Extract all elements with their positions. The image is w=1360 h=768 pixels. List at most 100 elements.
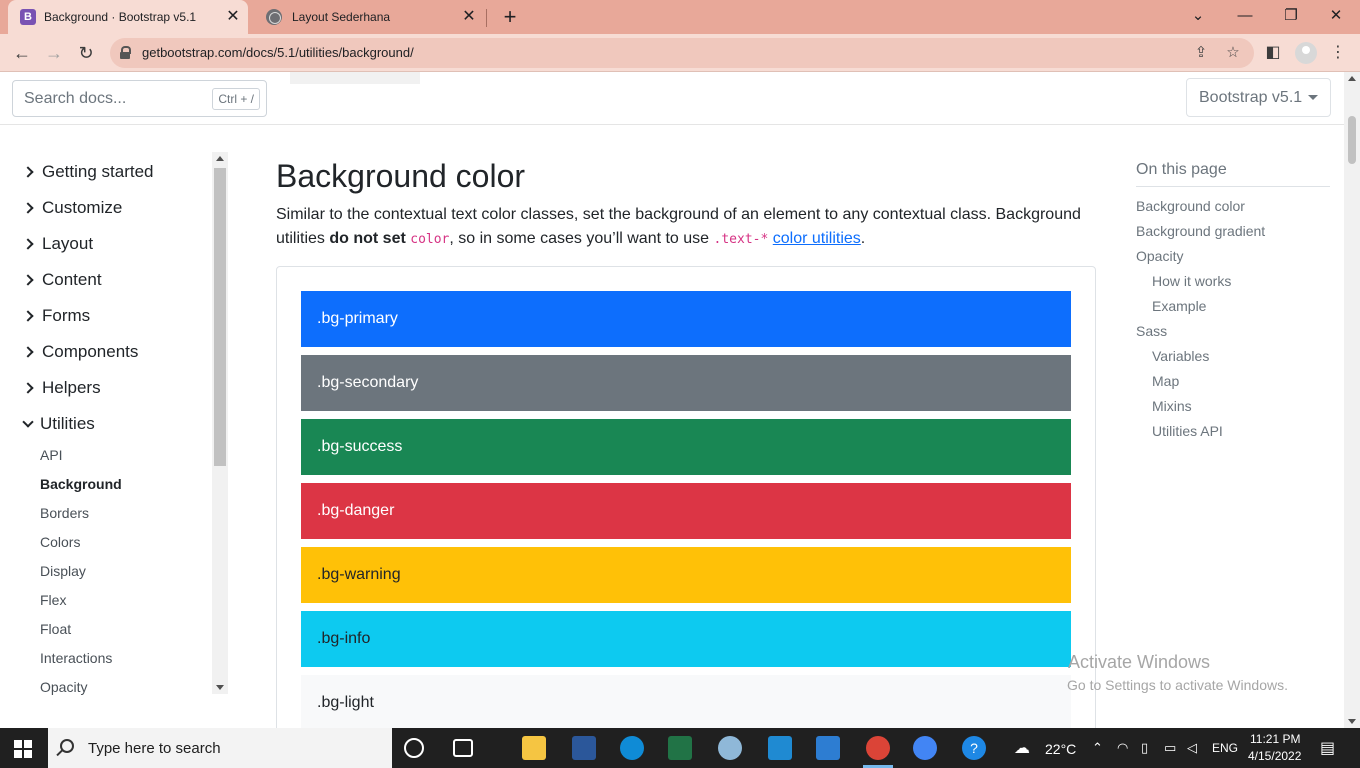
toc-divider	[1136, 186, 1330, 187]
url-text[interactable]: getbootstrap.com/docs/5.1/utilities/back…	[142, 45, 414, 60]
weather-cloud-icon[interactable]: ☁	[1014, 738, 1030, 758]
sidebar-item-background[interactable]: Background	[40, 476, 122, 492]
battery-icon[interactable]: ▭	[1164, 740, 1176, 756]
chrome-icon[interactable]	[866, 736, 890, 760]
toc-item-mixins[interactable]: Mixins	[1152, 398, 1192, 414]
address-bar[interactable]: getbootstrap.com/docs/5.1/utilities/back…	[110, 38, 1254, 68]
search-icon	[60, 739, 74, 753]
browser-toolbar: ← → ↻ getbootstrap.com/docs/5.1/utilitie…	[0, 34, 1360, 72]
toc-item-background-color[interactable]: Background color	[1136, 198, 1245, 214]
toc-item-example[interactable]: Example	[1152, 298, 1206, 314]
clock-date[interactable]: 4/15/2022	[1248, 749, 1301, 763]
sidebar-group-helpers[interactable]: Helpers	[22, 378, 101, 398]
volume-icon[interactable]: ◁	[1187, 740, 1197, 756]
share-icon[interactable]: ⇪	[1192, 44, 1210, 62]
taskbar-search-placeholder: Type here to search	[88, 740, 221, 757]
wifi-icon[interactable]: ◠	[1117, 740, 1128, 756]
tab-layout-sederhana[interactable]: Layout Sederhana ✕	[252, 0, 484, 34]
toc-item-map[interactable]: Map	[1152, 373, 1179, 389]
new-tab-button[interactable]: +	[498, 5, 522, 29]
notifications-icon[interactable]: ▤	[1320, 738, 1335, 758]
toc-item-how-it-works[interactable]: How it works	[1152, 273, 1231, 289]
sidebar-item-api[interactable]: API	[40, 447, 63, 463]
minimize-button[interactable]: —	[1227, 4, 1263, 28]
windows-taskbar: Type here to search ? ☁ 22°C ⌃ ◠ ▯ ▭ ◁ E…	[0, 728, 1360, 768]
taskbar-search-box[interactable]: Type here to search	[48, 728, 392, 768]
sidebar-item-colors[interactable]: Colors	[40, 534, 80, 550]
lock-icon[interactable]	[120, 46, 131, 59]
menu-kebab-icon[interactable]: ⋮	[1327, 42, 1349, 64]
search-shortcut-hint: Ctrl + /	[212, 88, 260, 110]
sidebar-item-interactions[interactable]: Interactions	[40, 650, 112, 666]
task-view-icon[interactable]	[453, 739, 473, 757]
sidebar-group-utilities[interactable]: Utilities	[22, 414, 95, 434]
forward-button[interactable]: →	[42, 41, 66, 65]
page-scrollbar-thumb[interactable]	[1348, 116, 1356, 164]
color-utilities-link[interactable]: color utilities	[773, 230, 861, 247]
edge-icon[interactable]	[620, 736, 644, 760]
excel-icon[interactable]	[668, 736, 692, 760]
sidebar-scrollbar-thumb[interactable]	[214, 168, 226, 466]
photos-icon[interactable]	[816, 736, 840, 760]
windows-start-icon[interactable]	[14, 740, 32, 758]
docs-header: Search docs... Ctrl + / Bootstrap v5.1	[0, 72, 1344, 125]
sidebar-group-forms[interactable]: Forms	[22, 306, 90, 326]
tab-background-bootstrap[interactable]: B Background · Bootstrap v5.1 ✕	[8, 0, 248, 34]
toc-title: On this page	[1136, 161, 1227, 178]
page-scrollbar[interactable]	[1344, 72, 1360, 728]
swatch-bg-danger: .bg-danger	[301, 483, 1071, 539]
chrome-profile-icon[interactable]	[913, 736, 937, 760]
help-icon[interactable]: ?	[962, 736, 986, 760]
chevron-right-icon	[22, 274, 34, 286]
swatch-bg-primary: .bg-primary	[301, 291, 1071, 347]
sidebar-item-opacity[interactable]: Opacity	[40, 679, 87, 695]
toc-item-utilities-api[interactable]: Utilities API	[1152, 423, 1223, 439]
side-panel-icon[interactable]: ◧	[1262, 42, 1284, 64]
file-explorer-icon[interactable]	[522, 736, 546, 760]
close-window-button[interactable]: ✕	[1318, 4, 1354, 28]
bookmark-star-icon[interactable]: ☆	[1224, 44, 1242, 62]
sidebar-group-getting-started[interactable]: Getting started	[22, 162, 154, 182]
sidebar-item-float[interactable]: Float	[40, 621, 71, 637]
phone-link-icon[interactable]: ▯	[1141, 740, 1148, 756]
toc-item-background-gradient[interactable]: Background gradient	[1136, 223, 1265, 239]
paint-icon[interactable]	[718, 736, 742, 760]
close-icon[interactable]: ✕	[224, 8, 242, 26]
sidebar-group-content[interactable]: Content	[22, 270, 102, 290]
sidebar-item-display[interactable]: Display	[40, 563, 86, 579]
scroll-down-arrow-icon[interactable]	[1348, 719, 1356, 724]
sidebar-group-components[interactable]: Components	[22, 342, 138, 362]
cortana-icon[interactable]	[404, 738, 424, 758]
tab-search-icon[interactable]: ⌄	[1180, 4, 1216, 28]
sidebar-item-borders[interactable]: Borders	[40, 505, 89, 521]
toc-item-variables[interactable]: Variables	[1152, 348, 1209, 364]
search-docs-input[interactable]: Search docs... Ctrl + /	[12, 80, 267, 117]
sidebar-scrollbar[interactable]	[212, 152, 228, 694]
sidebar-group-customize[interactable]: Customize	[22, 198, 122, 218]
chevron-right-icon	[22, 202, 34, 214]
intro-paragraph: Similar to the contextual text color cla…	[276, 206, 1081, 247]
toc-item-opacity[interactable]: Opacity	[1136, 248, 1183, 264]
sidebar-item-flex[interactable]: Flex	[40, 592, 66, 608]
word-icon[interactable]	[572, 736, 596, 760]
chevron-right-icon	[22, 238, 34, 250]
scroll-up-arrow-icon[interactable]	[216, 156, 224, 161]
version-dropdown[interactable]: Bootstrap v5.1	[1186, 78, 1331, 117]
reload-button[interactable]: ↻	[74, 41, 98, 65]
toc-item-sass[interactable]: Sass	[1136, 323, 1167, 339]
vscode-icon[interactable]	[768, 736, 792, 760]
weather-temp[interactable]: 22°C	[1045, 741, 1076, 757]
profile-avatar[interactable]	[1295, 42, 1317, 64]
scroll-up-arrow-icon[interactable]	[1348, 76, 1356, 81]
scroll-down-arrow-icon[interactable]	[216, 685, 224, 690]
close-icon[interactable]: ✕	[460, 8, 478, 26]
header-fade	[290, 72, 420, 84]
language-indicator[interactable]: ENG	[1212, 741, 1238, 755]
tray-chevron-up-icon[interactable]: ⌃	[1092, 740, 1103, 756]
restore-button[interactable]: ❐	[1273, 4, 1309, 28]
clock-time[interactable]: 11:21 PM	[1250, 732, 1300, 746]
version-label: Bootstrap v5.1	[1199, 89, 1303, 106]
back-button[interactable]: ←	[10, 41, 34, 65]
chevron-right-icon	[22, 346, 34, 358]
sidebar-group-layout[interactable]: Layout	[22, 234, 93, 254]
